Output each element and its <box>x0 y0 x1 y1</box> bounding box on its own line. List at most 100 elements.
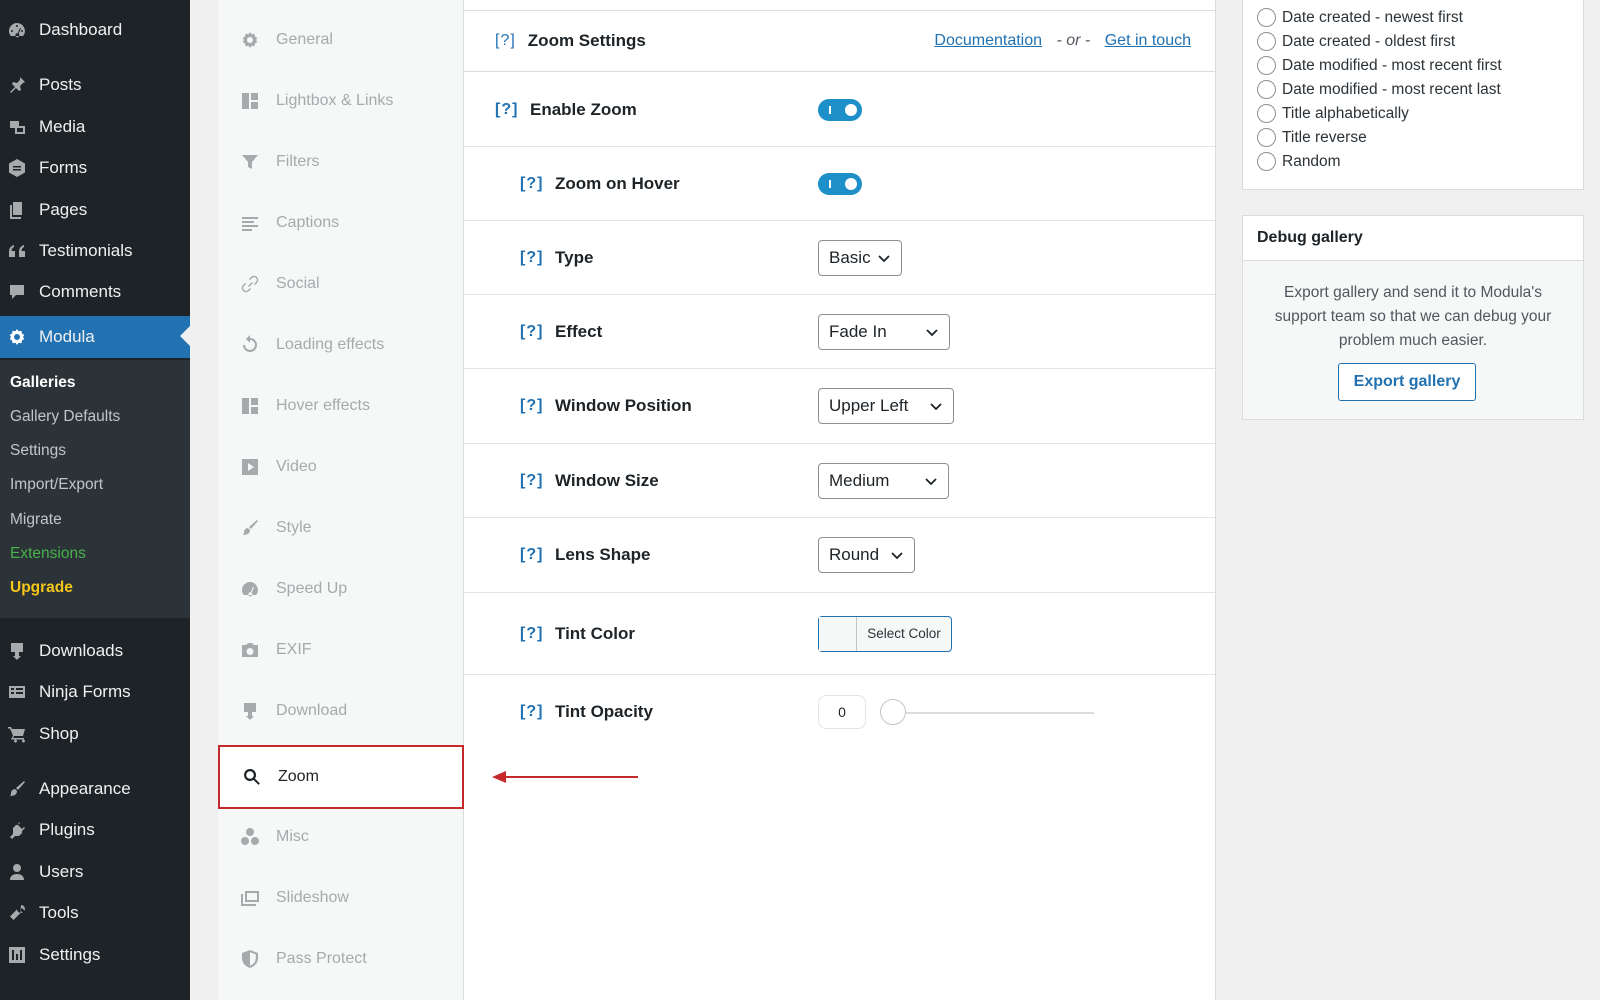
menu-comments[interactable]: Comments <box>0 272 190 312</box>
submenu-migrate[interactable]: Migrate <box>10 511 62 529</box>
menu-dashboard[interactable]: Dashboard <box>0 10 190 50</box>
submenu-import-export[interactable]: Import/Export <box>10 476 103 494</box>
effect-select[interactable]: Fade In <box>818 313 950 350</box>
radio-button[interactable] <box>1257 104 1276 123</box>
radio-button[interactable] <box>1257 56 1276 75</box>
radio-button[interactable] <box>1257 80 1276 99</box>
help-link[interactable]: [?] <box>520 625 543 643</box>
enable-zoom-toggle[interactable] <box>818 98 862 121</box>
menu-testimonials[interactable]: Testimonials <box>0 231 190 271</box>
menu-users[interactable]: Users <box>0 852 190 892</box>
select-color-button[interactable]: Select Color <box>857 617 951 651</box>
lens-shape-select[interactable]: Round <box>818 537 915 573</box>
settings-icon <box>6 944 28 966</box>
help-link[interactable]: [?] <box>520 703 543 721</box>
menu-pages[interactable]: Pages <box>0 190 190 230</box>
tint-color-picker[interactable]: Select Color <box>818 615 952 652</box>
submenu-settings[interactable]: Settings <box>10 442 66 460</box>
color-swatch[interactable] <box>819 616 857 651</box>
window-size-select[interactable]: Medium <box>818 462 949 499</box>
menu-plugins[interactable]: Plugins <box>0 810 190 850</box>
chevron-down-icon <box>878 254 890 262</box>
sort-option[interactable]: Title alphabetically <box>1257 104 1409 123</box>
sort-option[interactable]: Random <box>1257 152 1341 171</box>
radio-button[interactable] <box>1257 128 1276 147</box>
submenu-galleries[interactable]: Galleries <box>10 374 76 392</box>
tab-misc[interactable]: Misc <box>218 807 464 867</box>
tab-general[interactable]: General <box>218 10 464 70</box>
submenu-extensions[interactable]: Extensions <box>10 545 86 563</box>
quote-icon <box>6 240 28 262</box>
zoom-settings-header: [?] Zoom Settings Documentation - or - G… <box>464 11 1215 72</box>
sort-option[interactable]: Date created - newest first <box>1257 8 1463 27</box>
comment-icon <box>6 281 28 303</box>
forms-list-icon <box>6 681 28 703</box>
window-position-select[interactable]: Upper Left <box>818 388 954 424</box>
sort-option[interactable]: Title reverse <box>1257 128 1367 147</box>
radio-button[interactable] <box>1257 32 1276 51</box>
tab-hover-effects[interactable]: Hover effects <box>218 376 464 436</box>
setting-label: Window Size <box>555 470 659 490</box>
zoom-on-hover-toggle[interactable] <box>818 172 862 195</box>
radio-button[interactable] <box>1257 152 1276 171</box>
setting-label: Window Position <box>555 396 692 415</box>
help-link[interactable]: [?] <box>495 101 518 119</box>
type-select[interactable]: Basic <box>818 239 902 276</box>
setting-label: Type <box>555 247 594 267</box>
lines-icon <box>238 211 262 235</box>
tab-style[interactable]: Style <box>218 498 464 558</box>
tab-slideshow[interactable]: Slideshow <box>218 868 464 928</box>
sort-option[interactable]: Date modified - most recent first <box>1257 56 1502 75</box>
menu-downloads[interactable]: Downloads <box>0 631 190 671</box>
submenu-gallery-defaults[interactable]: Gallery Defaults <box>10 408 120 426</box>
documentation-link[interactable]: Documentation <box>934 32 1042 49</box>
tab-filters[interactable]: Filters <box>218 132 464 192</box>
menu-ninja-forms[interactable]: Ninja Forms <box>0 672 190 712</box>
menu-posts[interactable]: Posts <box>0 65 190 105</box>
menu-forms[interactable]: Forms <box>0 148 190 188</box>
tab-loading-effects[interactable]: Loading effects <box>218 315 464 375</box>
images-icon <box>238 886 262 910</box>
menu-tools[interactable]: Tools <box>0 893 190 933</box>
tab-social[interactable]: Social <box>218 254 464 314</box>
tab-video[interactable]: Video <box>218 437 464 497</box>
wrench-icon <box>6 902 28 924</box>
menu-media[interactable]: Media <box>0 107 190 147</box>
sort-option[interactable]: Date modified - most recent last <box>1257 80 1501 99</box>
help-link[interactable]: [?] <box>520 175 543 193</box>
menu-modula[interactable]: Modula <box>0 316 190 358</box>
help-link[interactable]: [?] <box>520 546 543 564</box>
tab-captions[interactable]: Captions <box>218 193 464 253</box>
tab-lightbox-links[interactable]: Lightbox & Links <box>218 71 464 131</box>
settings-tabs: General Lightbox & Links Filters Caption… <box>218 0 464 1000</box>
help-link[interactable]: [?] <box>520 323 543 341</box>
tint-opacity-input[interactable]: 0 <box>818 695 866 729</box>
menu-appearance[interactable]: Appearance <box>0 769 190 809</box>
get-in-touch-link[interactable]: Get in touch <box>1105 32 1191 49</box>
tab-download[interactable]: Download <box>218 681 464 741</box>
help-link[interactable]: [?] <box>520 472 543 490</box>
radio-button[interactable] <box>1257 8 1276 27</box>
menu-shop[interactable]: Shop <box>0 714 190 754</box>
menu-settings[interactable]: Settings <box>0 935 190 975</box>
grid-icon <box>238 394 262 418</box>
help-link[interactable]: [?] <box>495 32 516 50</box>
tab-zoom[interactable]: Zoom <box>218 745 464 809</box>
setting-label: Tint Opacity <box>555 702 653 721</box>
tab-speed-up[interactable]: Speed Up <box>218 559 464 619</box>
plugin-icon <box>6 819 28 841</box>
tab-exif[interactable]: EXIF <box>218 620 464 680</box>
submenu-upgrade[interactable]: Upgrade <box>10 579 73 597</box>
tab-pass-protect[interactable]: Pass Protect <box>218 929 464 989</box>
speedometer-icon <box>238 577 262 601</box>
refresh-icon <box>238 333 262 357</box>
help-link[interactable]: [?] <box>520 397 543 415</box>
tint-opacity-slider-track[interactable] <box>884 712 1094 714</box>
pages-icon <box>6 199 28 221</box>
sort-option[interactable]: Date created - oldest first <box>1257 32 1455 51</box>
export-gallery-button[interactable]: Export gallery <box>1338 363 1476 401</box>
shield-icon <box>238 947 262 971</box>
help-link[interactable]: [?] <box>520 249 543 267</box>
funnel-icon <box>238 150 262 174</box>
tint-opacity-slider-handle[interactable] <box>880 699 906 725</box>
